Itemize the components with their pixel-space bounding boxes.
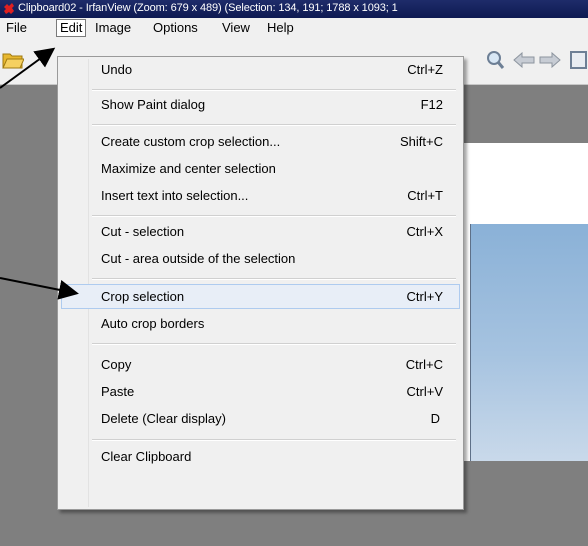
- menu-item-insert-text[interactable]: Insert text into selection... Ctrl+T: [61, 185, 460, 207]
- menu-item-maximize-center[interactable]: Maximize and center selection: [61, 158, 460, 180]
- menu-item-label: Cut - area outside of the selection: [101, 251, 296, 266]
- title-bar[interactable]: Clipboard02 - IrfanView (Zoom: 679 x 489…: [0, 0, 588, 18]
- photo-selection: [470, 224, 588, 461]
- menu-separator: [92, 343, 456, 345]
- menu-item-label: Insert text into selection...: [101, 188, 249, 203]
- menu-item-auto-crop-borders[interactable]: Auto crop borders: [61, 313, 460, 335]
- menu-item-undo[interactable]: Undo Ctrl+Z: [61, 59, 460, 81]
- menu-item-create-custom-crop[interactable]: Create custom crop selection... Shift+C: [61, 131, 460, 153]
- menu-file[interactable]: File: [3, 20, 30, 36]
- menu-item-label: Show Paint dialog: [101, 97, 206, 112]
- folder-open-icon[interactable]: [2, 50, 24, 70]
- menu-item-shortcut: Ctrl+Y: [406, 289, 443, 304]
- menu-options[interactable]: Options: [150, 20, 201, 36]
- menu-item-show-paint-dialog[interactable]: Show Paint dialog F12: [61, 94, 460, 116]
- menu-item-label: Create custom crop selection...: [101, 134, 281, 149]
- menu-item-shortcut: F12: [420, 97, 443, 112]
- page-icon[interactable]: [569, 50, 588, 70]
- menu-item-label: Clear Clipboard: [101, 449, 192, 464]
- menu-item-shortcut: Ctrl+T: [407, 188, 443, 203]
- menu-item-label: Delete (Clear display): [101, 411, 226, 426]
- menu-item-label: Copy: [101, 357, 132, 372]
- menu-item-cut-selection[interactable]: Cut - selection Ctrl+X: [61, 221, 460, 243]
- menu-item-label: Cut - selection: [101, 224, 185, 239]
- menu-bar: File Edit Image Options View Help: [0, 18, 588, 38]
- arrow-right-icon[interactable]: [539, 52, 561, 68]
- menu-separator: [92, 215, 456, 217]
- menu-gutter: [88, 59, 89, 507]
- zoom-icon[interactable]: [487, 50, 505, 70]
- menu-item-crop-selection[interactable]: Crop selection Ctrl+Y: [61, 284, 460, 309]
- arrow-left-icon[interactable]: [513, 52, 535, 68]
- menu-item-label: Maximize and center selection: [101, 161, 276, 176]
- menu-item-shortcut: Ctrl+X: [406, 224, 443, 239]
- menu-item-label: Auto crop borders: [101, 316, 205, 331]
- menu-item-label: Paste: [101, 384, 135, 399]
- menu-item-copy[interactable]: Copy Ctrl+C: [61, 354, 460, 376]
- menu-item-clear-clipboard[interactable]: Clear Clipboard: [61, 446, 460, 468]
- menu-image[interactable]: Image: [92, 20, 134, 36]
- menu-item-cut-outside[interactable]: Cut - area outside of the selection: [61, 248, 460, 270]
- irfanview-logo-icon: [4, 3, 14, 14]
- edit-menu-dropdown: Undo Ctrl+Z Show Paint dialog F12 Create…: [57, 56, 464, 510]
- menu-separator: [92, 124, 456, 126]
- menu-item-delete[interactable]: Delete (Clear display) D: [61, 408, 460, 430]
- menu-item-shortcut: Ctrl+C: [405, 357, 443, 372]
- menu-separator: [92, 439, 456, 441]
- window-title: Clipboard02 - IrfanView (Zoom: 679 x 489…: [18, 2, 398, 14]
- menu-help[interactable]: Help: [264, 20, 297, 36]
- menu-item-paste[interactable]: Paste Ctrl+V: [61, 381, 460, 403]
- menu-item-label: Undo: [101, 62, 133, 77]
- menu-separator: [92, 278, 456, 280]
- menu-edit[interactable]: Edit: [56, 19, 87, 37]
- menu-separator: [92, 89, 456, 91]
- menu-item-shortcut: D: [430, 411, 440, 426]
- menu-item-shortcut: Shift+C: [400, 134, 443, 149]
- menu-item-label: Crop selection: [101, 289, 185, 304]
- menu-item-shortcut: Ctrl+Z: [407, 62, 443, 77]
- menu-item-shortcut: Ctrl+V: [406, 384, 443, 399]
- menu-view[interactable]: View: [219, 20, 253, 36]
- irfanview-window: Clipboard02 - IrfanView (Zoom: 679 x 489…: [0, 0, 588, 546]
